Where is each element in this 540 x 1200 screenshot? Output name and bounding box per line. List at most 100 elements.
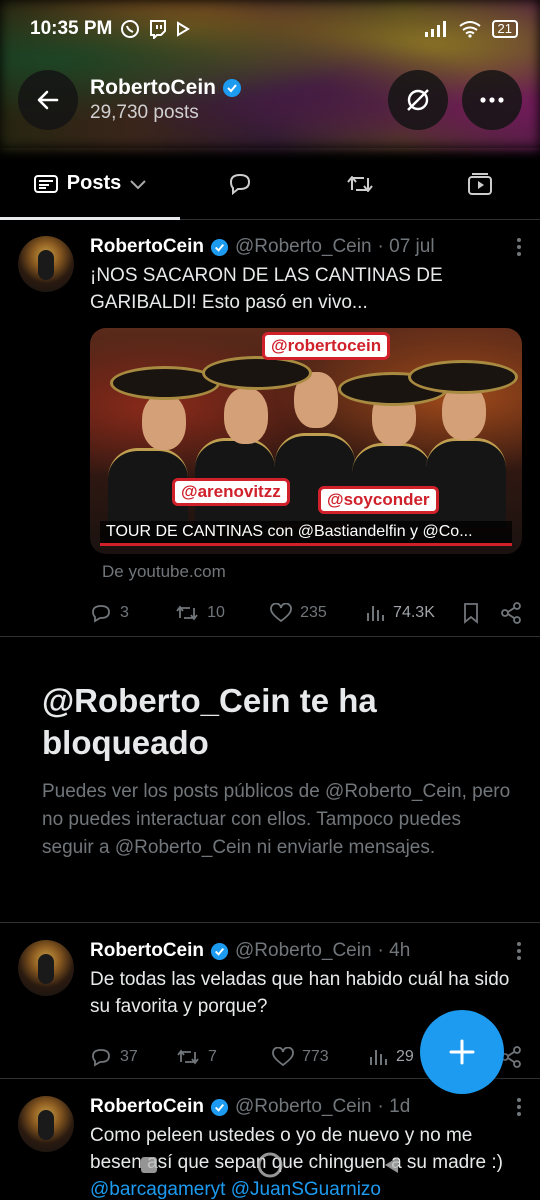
repost-icon <box>347 175 373 192</box>
blocked-description: Puedes ver los posts públicos de @Robert… <box>42 781 511 858</box>
bookmark-icon[interactable] <box>462 602 480 624</box>
profile-bar: RobertoCein 29,730 posts <box>0 70 540 130</box>
back-arrow-icon <box>37 90 59 110</box>
tab-selected-indicator <box>0 217 180 220</box>
post-actions: 3 10 235 74.3K <box>90 602 522 624</box>
post-text: ¡NOS SACARON DE LAS CANTINAS DE GARIBALD… <box>90 265 443 313</box>
hide-button[interactable] <box>388 70 448 130</box>
blocked-notice: @Roberto_Cein te ha bloqueado Puedes ver… <box>42 680 514 862</box>
post[interactable]: RobertoCein @Roberto_Cein · 1d Como pele… <box>90 1096 522 1200</box>
view-count: 29 <box>396 1048 414 1065</box>
tab-posts[interactable]: Posts <box>0 148 180 220</box>
like-button[interactable]: 773 <box>272 1047 368 1067</box>
author-name[interactable]: RobertoCein <box>90 1096 204 1118</box>
reply-button[interactable]: 3 <box>90 603 175 623</box>
link-card-image[interactable]: @robertocein @arenovitzz @soyconder TOUR… <box>90 328 522 554</box>
profile-title: RobertoCein 29,730 posts <box>90 76 242 124</box>
post-header: RobertoCein @Roberto_Cein · 1d <box>90 1096 522 1118</box>
reply-icon <box>92 605 110 623</box>
verified-badge-icon <box>223 79 241 97</box>
repost-icon <box>176 605 198 621</box>
reply-count: 37 <box>120 1048 138 1065</box>
figure <box>224 388 268 444</box>
like-button[interactable]: 235 <box>270 603 365 623</box>
back-nav-icon[interactable] <box>380 1154 402 1176</box>
wifi-icon <box>458 21 481 38</box>
divider <box>0 922 540 923</box>
author-name[interactable]: RobertoCein <box>90 236 204 258</box>
post-header: RobertoCein @Roberto_Cein · 4h <box>90 940 522 962</box>
tab-posts-label: Posts <box>66 172 122 194</box>
reply-icon <box>229 173 251 195</box>
blocked-title: @Roberto_Cein te ha bloqueado <box>42 682 377 761</box>
like-count: 235 <box>300 604 327 621</box>
signal-icon <box>424 21 446 37</box>
repost-count: 10 <box>207 604 225 621</box>
author-name[interactable]: RobertoCein <box>90 940 204 962</box>
verified-badge-icon <box>210 238 229 256</box>
chevron-down-icon <box>130 179 146 189</box>
heart-icon <box>270 603 292 623</box>
mention-link[interactable]: @JuanSGuarnizo <box>231 1179 381 1200</box>
post-header: RobertoCein @Roberto_Cein · 07 jul <box>90 236 522 258</box>
post-more-icon[interactable] <box>516 941 522 961</box>
author-handle[interactable]: @Roberto_Cein <box>235 236 372 258</box>
home-icon[interactable] <box>256 1151 284 1179</box>
profile-tabs: Posts <box>0 148 540 220</box>
link-source[interactable]: De youtube.com <box>102 562 522 582</box>
post-more-icon[interactable] <box>516 237 522 257</box>
more-options-button[interactable] <box>462 70 522 130</box>
author-handle[interactable]: @Roberto_Cein <box>235 940 372 962</box>
reply-icon <box>92 1049 110 1067</box>
more-dots-icon <box>480 97 504 103</box>
recents-icon[interactable] <box>138 1154 160 1176</box>
media-icon <box>468 172 492 195</box>
tab-replies[interactable] <box>180 148 300 219</box>
verified-badge-icon <box>210 1098 229 1116</box>
avatar[interactable] <box>18 940 74 996</box>
feed-icon <box>33 174 58 193</box>
figure <box>408 360 518 394</box>
repost-button[interactable]: 7 <box>176 1047 272 1067</box>
whatsapp-icon <box>121 20 140 38</box>
link-card-title: TOUR DE CANTINAS con @Bastiandelfin y @C… <box>100 521 512 546</box>
status-time: 10:35 PM <box>30 18 113 39</box>
compose-button[interactable] <box>420 1010 504 1094</box>
mention-link[interactable]: @barcagameryt <box>90 1179 225 1200</box>
overlay-tag: @robertocein <box>262 332 391 360</box>
analytics-icon <box>367 606 385 621</box>
verified-badge-icon <box>210 942 229 960</box>
profile-name: RobertoCein <box>90 76 216 99</box>
figure <box>142 394 186 450</box>
avatar[interactable] <box>18 1096 74 1152</box>
divider <box>0 636 540 637</box>
overlay-tag: @soyconder <box>318 486 439 514</box>
play-icon <box>177 21 191 37</box>
post-more-icon[interactable] <box>516 1097 522 1117</box>
repost-button[interactable]: 10 <box>175 603 270 623</box>
heart-icon <box>272 1047 294 1067</box>
figure <box>426 438 506 528</box>
post-time: · 1d <box>377 1096 411 1117</box>
view-count: 74.3K <box>393 604 435 621</box>
reply-count: 3 <box>120 604 129 621</box>
author-handle[interactable]: @Roberto_Cein <box>235 1096 372 1118</box>
avatar[interactable] <box>18 236 74 292</box>
system-nav-bar <box>0 1150 540 1180</box>
battery-icon: 21 <box>491 20 518 38</box>
post[interactable]: RobertoCein @Roberto_Cein · 07 jul ¡NOS … <box>90 236 522 624</box>
figure <box>202 356 312 390</box>
reply-button[interactable]: 37 <box>90 1047 176 1067</box>
share-icon[interactable] <box>500 602 522 624</box>
posts-count: 29,730 posts <box>90 102 199 123</box>
tab-media[interactable] <box>420 148 540 219</box>
overlay-tag: @arenovitzz <box>172 478 290 506</box>
views-button[interactable]: 74.3K <box>365 603 462 623</box>
post-time: · 07 jul <box>377 236 435 257</box>
status-bar: 10:35 PM 21 <box>0 0 540 58</box>
slash-circle-icon <box>407 89 429 111</box>
tab-reposts[interactable] <box>300 148 420 219</box>
repost-icon <box>177 1049 199 1065</box>
back-button[interactable] <box>18 70 78 130</box>
plus-icon <box>449 1039 475 1065</box>
